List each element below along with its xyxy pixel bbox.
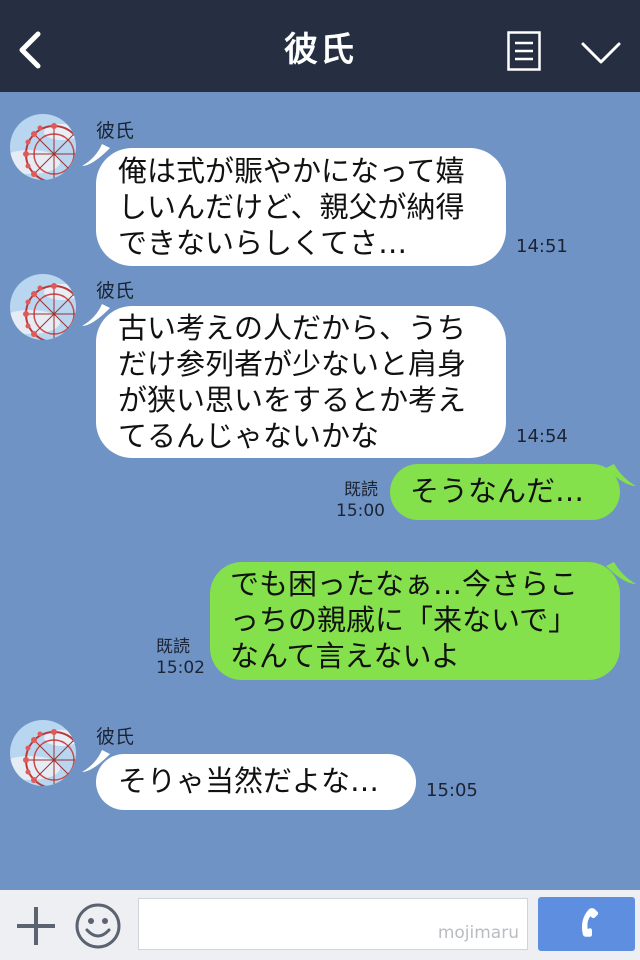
read-label: 既読: [344, 480, 378, 500]
message-bubble[interactable]: そりゃ当然だよな…: [96, 754, 416, 810]
message-bubble[interactable]: でも困ったなぁ…今さらこ っちの親戚に「来ないで」 なんて言えないよ: [210, 562, 620, 680]
message-text: 古い考えの人だから、うち だけ参列者が少ないと肩身 が狭い思いをするとか考え て…: [118, 311, 467, 453]
read-receipt: 既読 15:00: [336, 480, 385, 522]
input-bar: mojimaru: [0, 890, 640, 960]
ferris-wheel-avatar-icon: [10, 114, 76, 180]
call-button[interactable]: [538, 897, 635, 951]
message-time: 14:54: [516, 426, 568, 447]
message-time: 15:02: [156, 658, 205, 678]
read-label: 既読: [156, 637, 190, 657]
plus-icon[interactable]: [14, 904, 58, 948]
emoji-icon[interactable]: [74, 902, 122, 950]
message-time: 15:00: [336, 501, 385, 521]
message-list[interactable]: 彼氏 俺は式が賑やかになって嬉 しいんだけど、親父が納得 できないらしくてさ… …: [0, 92, 640, 890]
ferris-wheel-avatar-icon: [10, 720, 76, 786]
avatar[interactable]: [10, 720, 76, 786]
phone-icon: [581, 908, 599, 937]
message-input[interactable]: mojimaru: [138, 898, 528, 950]
message-text: そうなんだ…: [410, 474, 585, 508]
message-bubble[interactable]: 俺は式が賑やかになって嬉 しいんだけど、親父が納得 できないらしくてさ…: [96, 148, 506, 266]
avatar[interactable]: [10, 274, 76, 340]
message-time: 15:05: [426, 780, 478, 801]
watermark: mojimaru: [437, 923, 519, 943]
avatar[interactable]: [10, 114, 76, 180]
message-text: でも困ったなぁ…今さらこ っちの親戚に「来ないで」 なんて言えないよ: [230, 567, 579, 673]
chat-header: 彼氏: [0, 0, 640, 92]
message-time: 14:51: [516, 236, 568, 257]
chevron-down-icon[interactable]: [580, 40, 622, 66]
sender-name: 彼氏: [96, 120, 135, 142]
message-text: 俺は式が賑やかになって嬉 しいんだけど、親父が納得 できないらしくてさ…: [118, 154, 465, 260]
sender-name: 彼氏: [96, 280, 135, 302]
page-title: 彼氏: [284, 30, 356, 70]
message-bubble[interactable]: そうなんだ…: [390, 464, 620, 520]
message-text: そりゃ当然だよな…: [118, 764, 380, 798]
sender-name: 彼氏: [96, 726, 135, 748]
menu-icon[interactable]: [507, 31, 541, 71]
ferris-wheel-avatar-icon: [10, 274, 76, 340]
read-receipt: 既読 15:02: [156, 637, 205, 679]
message-bubble[interactable]: 古い考えの人だから、うち だけ参列者が少ないと肩身 が狭い思いをするとか考え て…: [96, 306, 506, 458]
